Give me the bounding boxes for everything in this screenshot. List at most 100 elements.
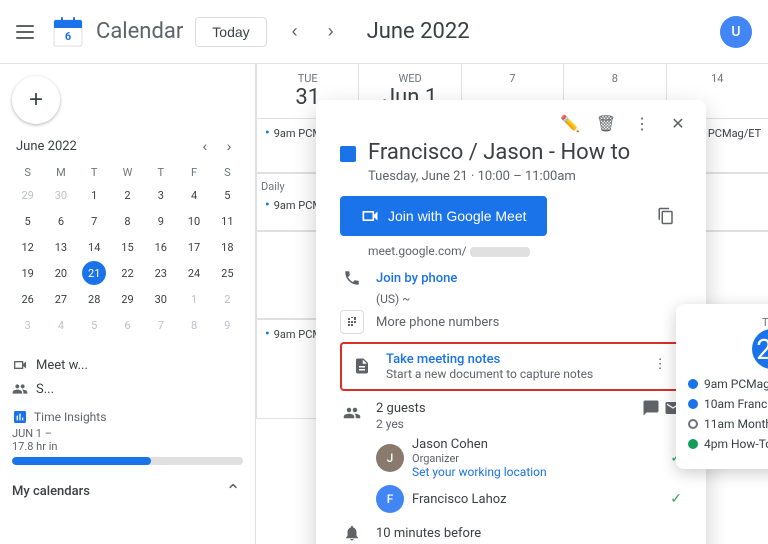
mini-day[interactable]: 1 — [82, 183, 106, 207]
people-icon — [12, 381, 28, 397]
guests-count: 2 guests — [376, 401, 426, 416]
mini-day[interactable]: 5 — [16, 209, 40, 233]
mini-day[interactable]: 6 — [49, 209, 73, 233]
join-meet-button[interactable]: Join with Google Meet — [340, 196, 547, 236]
mini-day[interactable]: 22 — [115, 261, 139, 285]
day-popup-day-num: 21 — [752, 329, 768, 369]
mini-day[interactable]: 10 — [182, 209, 206, 233]
day-popup-day-label: TUE — [752, 316, 768, 329]
copy-link-button[interactable] — [650, 200, 682, 232]
more-options-button[interactable]: ⋮ — [626, 108, 658, 140]
mini-day[interactable]: 5 — [82, 313, 106, 337]
delete-button[interactable]: 🗑 — [590, 108, 622, 140]
time-bar-fill — [12, 457, 151, 465]
avatar[interactable]: U — [720, 16, 752, 48]
mini-cal-title: June 2022 — [16, 139, 77, 154]
guest-name-jason: Jason Cohen — [412, 437, 662, 452]
nav-controls: ‹ › — [279, 16, 347, 48]
calendar-logo: 6 — [52, 16, 84, 48]
edit-button[interactable]: ✏️ — [554, 108, 586, 140]
mini-day[interactable]: 29 — [115, 287, 139, 311]
mini-day[interactable]: 7 — [149, 313, 173, 337]
mini-day[interactable]: 6 — [115, 313, 139, 337]
mini-day[interactable]: 30 — [149, 287, 173, 311]
mini-day[interactable]: 8 — [115, 209, 139, 233]
mini-day[interactable]: 17 — [182, 235, 206, 259]
mini-day[interactable]: 23 — [149, 261, 173, 285]
popup-time: 10:00 – 11:00am — [478, 169, 576, 184]
mini-day[interactable]: 12 — [16, 235, 40, 259]
day-event-4[interactable]: 4pm How-To Update Prioritiza — [688, 437, 768, 451]
mini-day[interactable]: 18 — [215, 235, 239, 259]
mini-day[interactable]: 11 — [215, 209, 239, 233]
mini-day[interactable]: 30 — [49, 183, 73, 207]
guests-yes: 2 yes — [376, 417, 682, 431]
mini-day[interactable]: 26 — [16, 287, 40, 311]
mini-day[interactable]: 13 — [49, 235, 73, 259]
mini-day[interactable]: 20 — [49, 261, 73, 285]
day-event-2[interactable]: 10am Francisco / Jason - Hov — [688, 397, 768, 411]
mini-day[interactable]: 9 — [215, 313, 239, 337]
meet-icon — [12, 357, 28, 373]
mini-day[interactable]: 24 — [182, 261, 206, 285]
mini-day[interactable]: 8 — [182, 313, 206, 337]
mini-day-today[interactable]: 21 — [82, 261, 106, 285]
reminder-text: 10 minutes before — [376, 526, 481, 541]
notes-title-link[interactable]: Take meeting notes — [386, 352, 636, 367]
chart-icon — [12, 409, 28, 425]
day-event-1[interactable]: 9am PCMag/ET Daily Meeting — [688, 377, 768, 391]
mini-day[interactable]: 4 — [182, 183, 206, 207]
more-phones-row[interactable]: More phone numbers — [340, 310, 682, 334]
chat-icon[interactable] — [642, 399, 660, 417]
mini-day[interactable]: 4 — [49, 313, 73, 337]
mini-day[interactable]: 16 — [149, 235, 173, 259]
mini-day[interactable]: 9 — [149, 209, 173, 233]
copy-icon — [657, 207, 675, 225]
search-label: S... — [36, 382, 54, 397]
mini-day[interactable]: 15 — [115, 235, 139, 259]
event-popup: ✏️ 🗑 ⋮ ✕ Francisco / Jason - How to Tues… — [316, 100, 706, 544]
sidebar-meet[interactable]: Meet w... — [12, 353, 243, 377]
more-phones-label: More phone numbers — [376, 315, 499, 330]
header-right: U — [720, 16, 752, 48]
my-calendars-label: My calendars — [12, 484, 90, 499]
menu-button[interactable] — [16, 20, 40, 44]
bell-icon — [340, 521, 364, 544]
day-header-w: W — [112, 164, 143, 181]
mini-day[interactable]: 3 — [149, 183, 173, 207]
main-layout: + June 2022 ‹ › S M T W T F S 29 30 — [0, 64, 768, 544]
more-phones-icon — [340, 310, 364, 334]
mini-day[interactable]: 1 — [182, 287, 206, 311]
mini-day[interactable]: 27 — [49, 287, 73, 311]
mini-day[interactable]: 5 — [215, 183, 239, 207]
mini-prev[interactable]: ‹ — [195, 136, 215, 156]
mini-day[interactable]: 19 — [16, 261, 40, 285]
guest-avatar-francisco: F — [376, 485, 404, 513]
create-button[interactable]: + — [12, 76, 60, 124]
mini-day[interactable]: 29 — [16, 183, 40, 207]
set-location-link[interactable]: Set your working location — [412, 465, 662, 479]
mini-day[interactable]: 28 — [82, 287, 106, 311]
mini-day[interactable]: 2 — [215, 287, 239, 311]
mini-next[interactable]: › — [219, 136, 239, 156]
close-button[interactable]: ✕ — [662, 108, 694, 140]
sidebar-search[interactable]: S... — [12, 377, 243, 401]
mini-day[interactable]: 3 — [16, 313, 40, 337]
popup-overlay: ✏️ 🗑 ⋮ ✕ Francisco / Jason - How to Tues… — [256, 64, 768, 544]
mini-day[interactable]: 7 — [82, 209, 106, 233]
notes-more-button[interactable]: ⋮ — [648, 352, 672, 376]
calendars-collapse[interactable]: ⌃ — [223, 481, 243, 501]
day-event-3[interactable]: 11am Monthly Flash Q&A — [688, 417, 768, 431]
guest-name-francisco: Francisco Lahoz — [412, 492, 662, 507]
prev-button[interactable]: ‹ — [279, 16, 311, 48]
join-by-phone-link[interactable]: Join by phone — [376, 271, 457, 286]
guests-row: 2 guests 2 yes J J — [340, 399, 682, 513]
mini-day[interactable]: 2 — [115, 183, 139, 207]
popup-datetime: Tuesday, June 21 · 10:00 – 11:00am — [368, 169, 682, 184]
mini-day[interactable]: 14 — [82, 235, 106, 259]
next-button[interactable]: › — [315, 16, 347, 48]
guests-content: 2 guests 2 yes J J — [376, 399, 682, 513]
day-header-t: T — [79, 164, 110, 181]
mini-day[interactable]: 25 — [215, 261, 239, 285]
today-button[interactable]: Today — [195, 17, 266, 47]
